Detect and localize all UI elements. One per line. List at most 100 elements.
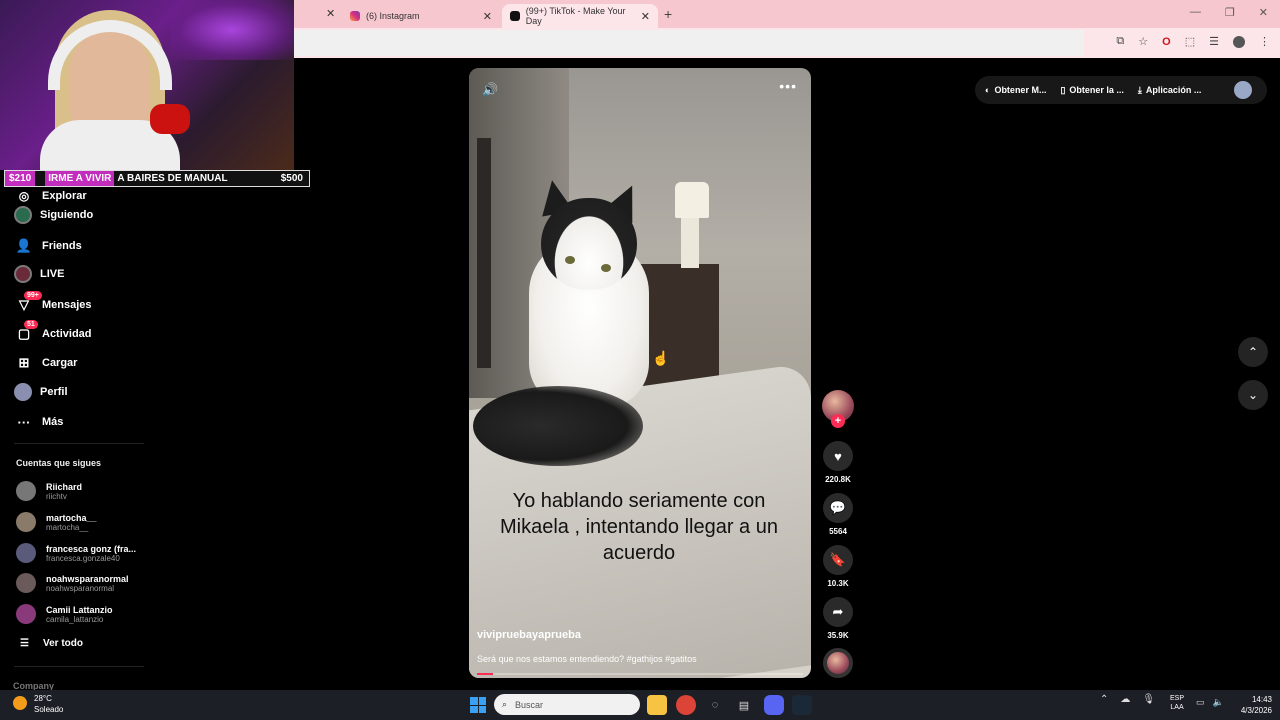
sidebar-item-activity[interactable]: ▢ 51 Actividad: [14, 320, 92, 344]
get-app-label: Obtener la ...: [1069, 85, 1124, 95]
save-action[interactable]: 🔖 10.3K: [822, 545, 854, 588]
video-progress-bar[interactable]: [477, 673, 803, 675]
video-caption: Yo hablando seriamente con Mikaela , int…: [500, 490, 778, 564]
account-handle: martocha__: [46, 522, 89, 532]
sidebar-item-explore[interactable]: ◎ Explorar: [14, 186, 87, 206]
top-actions-bar: ◐ Obtener M... ▯ Obtener la ... ⤓ Aplicació…: [975, 76, 1267, 104]
next-video-button[interactable]: ⌄: [1238, 380, 1268, 410]
cloud-icon[interactable]: ☁: [1120, 694, 1130, 705]
chrome-icon[interactable]: [676, 695, 696, 715]
show-hidden-icons-icon[interactable]: ⌃: [1100, 694, 1108, 705]
previous-video-button[interactable]: ⌃: [1238, 337, 1268, 367]
speaker-icon[interactable]: 🔈: [1213, 697, 1224, 708]
sidebar-item-upload[interactable]: ⊞ Cargar: [14, 353, 78, 373]
url-field[interactable]: [294, 30, 1084, 56]
sidebar-item-label: Siguiendo: [40, 209, 94, 221]
taskbar-clock[interactable]: 14:43 4/3/2026: [1232, 694, 1272, 716]
see-all-button[interactable]: ☰ Ver todo: [20, 638, 83, 649]
video-top-controls: 🔊 •••: [469, 68, 811, 108]
user-avatar[interactable]: [1234, 81, 1252, 99]
video-scene: [681, 218, 699, 268]
sidebar-item-label: Friends: [42, 240, 82, 252]
windows-start-icon[interactable]: [470, 697, 486, 713]
followed-account[interactable]: noahwsparanormal noahwsparanormal: [16, 573, 129, 593]
more-options-icon[interactable]: •••: [779, 78, 797, 94]
steam-icon[interactable]: [792, 695, 812, 715]
like-action[interactable]: ♥ 220.8K: [822, 441, 854, 484]
music-disc-avatar[interactable]: [823, 648, 853, 678]
kebab-menu-icon[interactable]: ⋮: [1259, 35, 1270, 48]
sidebar-item-more[interactable]: ··· Más: [14, 412, 64, 432]
followed-account[interactable]: martocha__ martocha__: [16, 512, 97, 532]
install-app-icon[interactable]: ⧉: [1116, 35, 1124, 48]
sidebar-item-messages[interactable]: ▽ 99+ Mensajes: [14, 291, 92, 315]
browser-tab-bar: ✕ (6) Instagram ✕ (99+) TikTok - Make Yo…: [294, 0, 1280, 28]
taskbar-search[interactable]: ⌕ Buscar: [494, 694, 640, 715]
sidebar-item-live[interactable]: LIVE: [14, 265, 64, 283]
weather-sun-icon[interactable]: [13, 696, 27, 710]
close-window-icon[interactable]: ✕: [1259, 6, 1268, 19]
get-app-button[interactable]: ▯ Obtener la ...: [1060, 85, 1123, 96]
get-coins-button[interactable]: ◐ Obtener M...: [985, 85, 1046, 95]
tab-tiktok[interactable]: (99+) TikTok - Make Your Day ✕: [502, 4, 658, 28]
app-icon[interactable]: ▤: [734, 695, 754, 715]
followed-account[interactable]: Camii Lattanzio camila_lattanzio: [16, 604, 113, 624]
compass-icon: ◎: [18, 189, 30, 203]
tiktok-icon: [510, 11, 520, 21]
profile-avatar-icon[interactable]: [1233, 35, 1245, 48]
share-icon[interactable]: ➦: [823, 597, 853, 627]
account-name: francesca gonz (fra...: [46, 543, 137, 554]
video-scene: [477, 138, 491, 368]
sidebar-item-following[interactable]: Siguiendo: [14, 206, 93, 224]
new-tab-button[interactable]: +: [664, 6, 672, 22]
bookmark-icon[interactable]: 🔖: [823, 545, 853, 575]
heart-icon[interactable]: ♥: [823, 441, 853, 471]
close-tab-icon[interactable]: ✕: [483, 10, 492, 23]
upload-icon: ⊞: [18, 355, 30, 370]
chevron-up-icon: ⌃: [1247, 345, 1259, 359]
close-tab-icon[interactable]: ✕: [641, 10, 650, 23]
share-action[interactable]: ➦ 35.9K: [822, 597, 854, 640]
minimize-icon[interactable]: —: [1190, 6, 1201, 19]
follow-plus-button[interactable]: +: [831, 414, 845, 428]
volume-icon[interactable]: 🔊: [482, 82, 498, 98]
followed-account[interactable]: Riichard riichtv: [16, 481, 82, 501]
bookmark-star-icon[interactable]: ☆: [1138, 35, 1148, 48]
cat-eye: [601, 264, 611, 272]
sidebar-item-friends[interactable]: 👤 Friends: [14, 236, 82, 256]
discord-icon[interactable]: [764, 695, 784, 715]
monitor-icon[interactable]: ▭: [1196, 697, 1205, 708]
donation-goal: $500: [280, 173, 303, 184]
sidebar-item-label: Mensajes: [42, 299, 92, 311]
followed-account[interactable]: francesca gonz (fra... francesca.gonzale4…: [16, 543, 136, 563]
video-author[interactable]: vivipruebayaprueba: [477, 629, 581, 641]
share-count: 35.9K: [827, 631, 849, 640]
comment-count: 5564: [829, 527, 847, 536]
comment-icon[interactable]: 💬: [823, 493, 853, 523]
extensions-icon[interactable]: ⬚: [1185, 35, 1195, 48]
close-tab-icon[interactable]: ✕: [326, 7, 335, 20]
activity-icon: ▢ 51: [14, 320, 38, 344]
reading-list-icon[interactable]: ☰: [1209, 35, 1219, 48]
see-all-label: Ver todo: [42, 638, 83, 649]
avatar: [16, 481, 36, 501]
desktop-app-button[interactable]: ⤓ Aplicación ...: [1138, 85, 1202, 96]
opera-icon[interactable]: O: [1162, 36, 1171, 48]
friends-icon: 👤: [15, 238, 33, 253]
avatar: [16, 573, 36, 593]
app-icon[interactable]: ◌: [705, 695, 725, 715]
microphone-icon[interactable]: 🎙: [1142, 694, 1155, 705]
file-explorer-icon[interactable]: [647, 695, 667, 715]
messages-badge: 99+: [24, 291, 42, 300]
sidebar-item-profile[interactable]: Perfil: [14, 383, 68, 401]
video-description: Será que nos estamos entendiendo? #gathi…: [477, 654, 697, 664]
tab-instagram[interactable]: (6) Instagram ✕: [342, 4, 500, 28]
language-indicator[interactable]: ESP LAA: [1170, 694, 1184, 712]
comment-action[interactable]: 💬 5564: [822, 493, 854, 536]
avatar: [16, 604, 36, 624]
account-handle: noahwsparanormal: [46, 583, 115, 593]
maximize-icon[interactable]: ❐: [1225, 6, 1235, 19]
sidebar-item-label: LIVE: [40, 268, 65, 280]
list-icon: ☰: [20, 638, 29, 649]
video-player[interactable]: 🔊 ••• Yo hablando seriamente con Mikaela…: [469, 68, 811, 678]
